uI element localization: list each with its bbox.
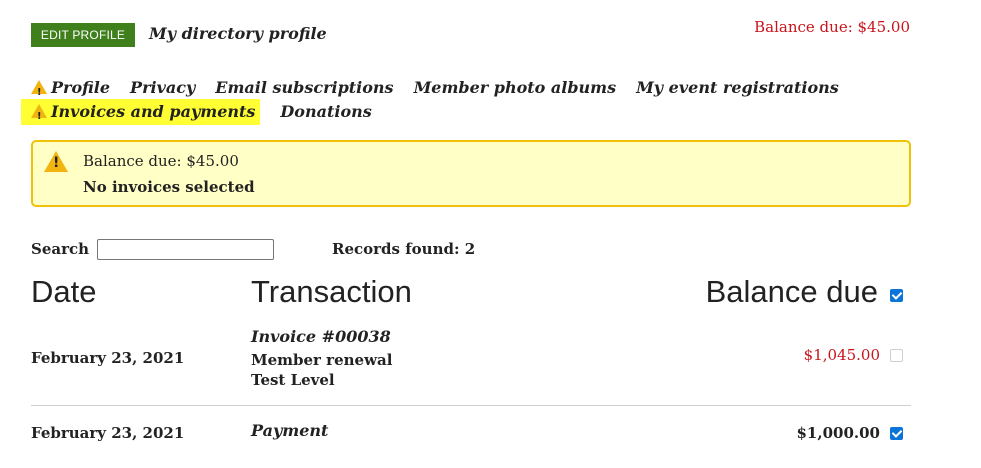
header-balance-due: Balance due: $45.00: [754, 18, 910, 36]
column-header-balance-due: Balance due: [705, 274, 878, 309]
records-found: Records found: 2: [332, 240, 476, 258]
row-amount: $1,045.00: [803, 346, 880, 364]
payment-title: Payment: [251, 421, 329, 440]
nav-row-1: Profile Privacy Email subscriptions Memb…: [31, 76, 891, 104]
nav-item-email-subscriptions[interactable]: Email subscriptions: [215, 77, 393, 99]
row-select-checkbox[interactable]: [890, 427, 903, 440]
nav-item-label: Invoices and payments: [51, 102, 256, 121]
nav-item-label: Privacy: [130, 78, 196, 97]
nav-item-profile[interactable]: Profile: [31, 77, 111, 104]
nav-item-label: Donations: [280, 102, 372, 121]
nav-item-label: Member photo albums: [413, 78, 617, 97]
warning-icon: !: [44, 151, 68, 172]
nav-item-privacy[interactable]: Privacy: [130, 77, 195, 99]
nav-item-label: My event registrations: [636, 78, 839, 97]
row-select-checkbox[interactable]: [890, 349, 903, 362]
nav-item-label: Profile: [51, 78, 111, 97]
select-all-checkbox[interactable]: [890, 289, 903, 302]
nav-item-my-event-registrations[interactable]: My event registrations: [636, 77, 839, 99]
row-date: February 23, 2021: [31, 349, 185, 367]
alert-message: No invoices selected: [83, 178, 255, 196]
column-header-date: Date: [31, 274, 97, 309]
alert-balance-due: Balance due: $45.00: [83, 152, 239, 170]
profile-nav: Profile Privacy Email subscriptions Memb…: [21, 76, 891, 128]
edit-profile-button[interactable]: EDIT PROFILE: [31, 23, 135, 47]
row-date: February 23, 2021: [31, 424, 185, 442]
nav-row-2: Invoices and payments Donations: [21, 99, 891, 128]
nav-item-invoices-and-payments[interactable]: Invoices and payments: [21, 99, 261, 128]
nav-item-label: Email subscriptions: [215, 78, 394, 97]
transaction-line: Test Level: [251, 371, 335, 389]
column-header-transaction: Transaction: [251, 274, 412, 309]
warning-icon: [31, 104, 47, 128]
row-divider: [31, 405, 911, 406]
transaction-line: Member renewal: [251, 351, 393, 369]
invoice-title-link[interactable]: Invoice #00038: [251, 327, 391, 346]
row-amount: $1,000.00: [796, 424, 880, 442]
nav-item-member-photo-albums[interactable]: Member photo albums: [414, 77, 617, 99]
balance-alert: ! Balance due: $45.00 No invoices select…: [31, 140, 911, 207]
my-directory-profile-link[interactable]: My directory profile: [149, 23, 327, 45]
search-input[interactable]: [97, 239, 274, 260]
nav-item-donations[interactable]: Donations: [280, 101, 371, 123]
search-label: Search: [31, 240, 90, 258]
warning-icon: [31, 80, 47, 104]
